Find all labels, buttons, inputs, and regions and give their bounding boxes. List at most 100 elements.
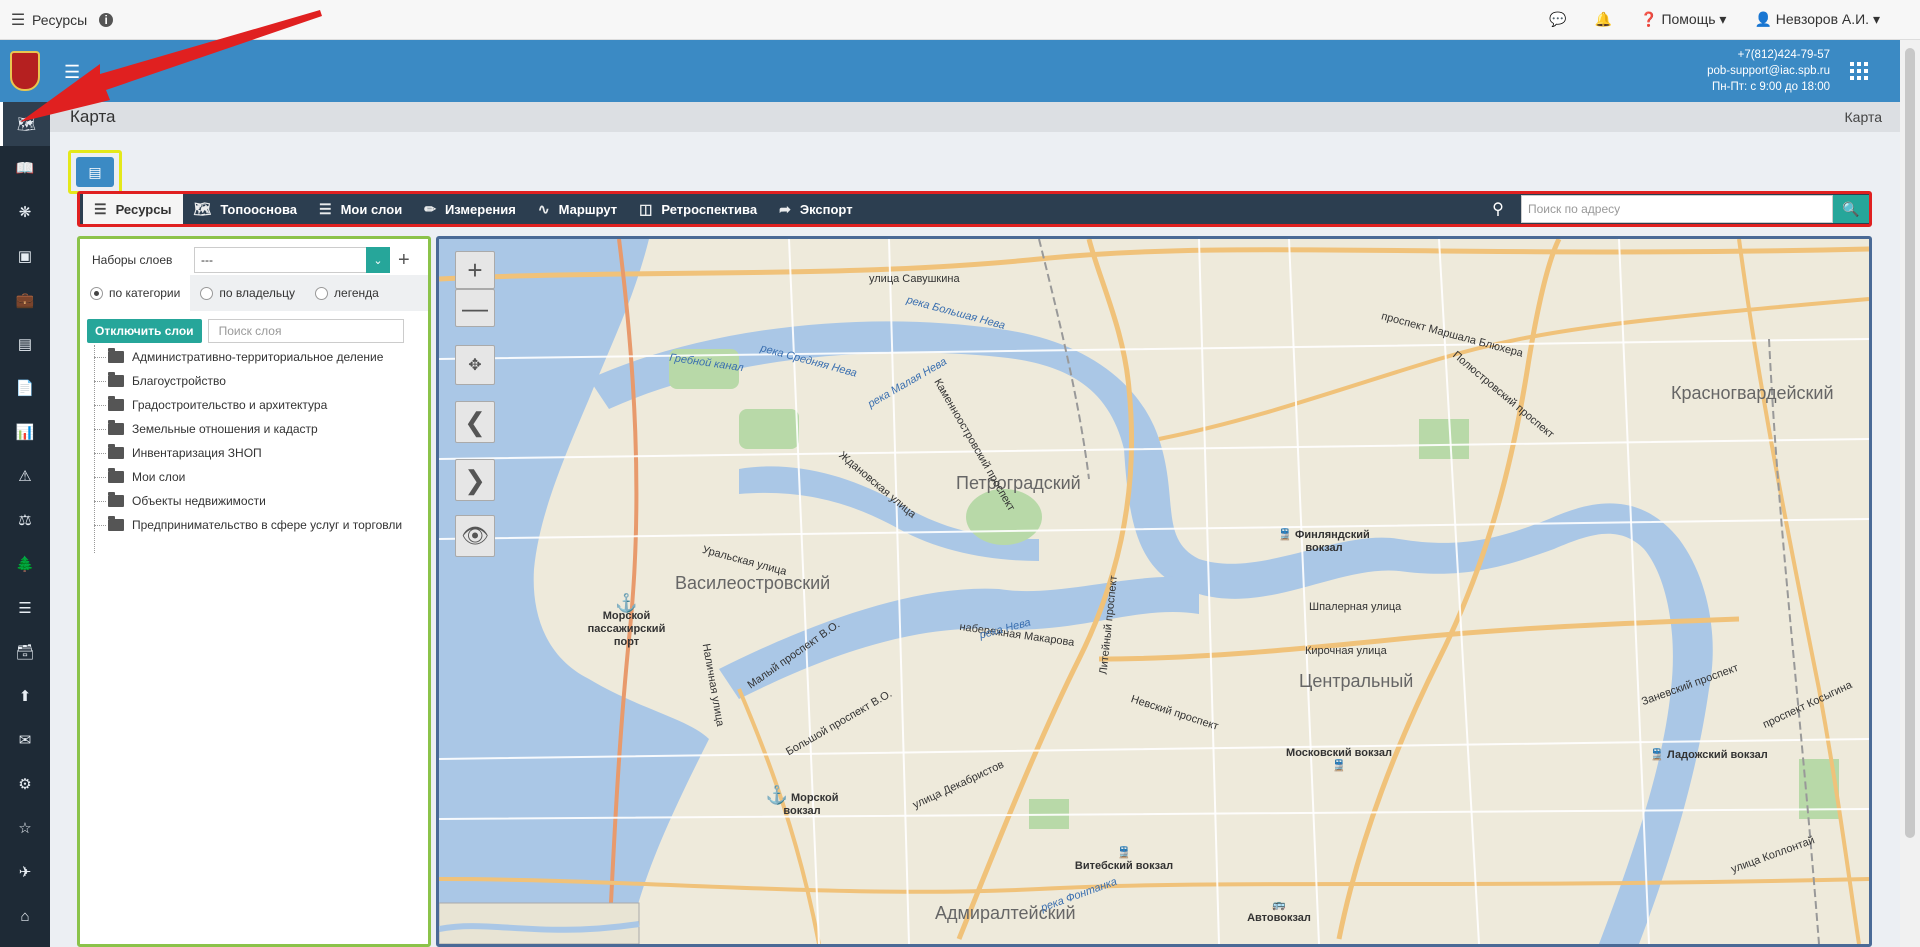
nav-briefcase[interactable]: 💼 — [0, 278, 50, 322]
poi-label: Морской вокзал — [783, 792, 839, 817]
help-menu[interactable]: ❓ Помощь ▾ — [1640, 11, 1726, 28]
radio-by-owner[interactable]: по владельцу — [190, 275, 305, 311]
map-view[interactable]: + — ✥ ❮ ❯ 👁 Петроградский Василеостровск… — [436, 236, 1872, 947]
radio-legend[interactable]: легенда — [305, 275, 389, 311]
previous-extent-button[interactable]: ❮ — [455, 401, 495, 443]
nav-archive[interactable]: 🗃 — [0, 630, 50, 674]
tab-my-layers[interactable]: ☰ Мои слои — [308, 194, 413, 224]
page-scrollbar[interactable] — [1900, 40, 1920, 947]
tree-node-label: Благоустройство — [132, 374, 226, 388]
map-canvas — [439, 239, 1869, 944]
address-search-input[interactable]: Поиск по адресу — [1521, 195, 1833, 223]
panel-toggle-button[interactable]: ▤ — [76, 157, 114, 187]
nav-settings[interactable]: ⚙ — [0, 762, 50, 806]
map-toolbar: ☰ Ресурсы 🗺 Топооснова ☰ Мои слои ✏ Измерени… — [77, 191, 1872, 227]
layer-sets-select[interactable]: --- ⌄ — [194, 247, 390, 273]
zoom-out-button[interactable]: — — [455, 289, 495, 327]
bell-icon[interactable]: 🔔 — [1595, 11, 1612, 28]
tree-node-label: Предпринимательство в сфере услуг и торг… — [132, 518, 403, 532]
layers-icon: ☰ — [319, 200, 332, 217]
zoom-in-button[interactable]: + — [455, 251, 495, 289]
tab-topobase[interactable]: 🗺 Топооснова — [183, 194, 308, 224]
tab-resources[interactable]: ☰ Ресурсы — [83, 194, 183, 224]
tree-node[interactable]: Предпринимательство в сфере услуг и торг… — [94, 513, 414, 537]
nav-tree[interactable]: 🌲 — [0, 542, 50, 586]
tab-export[interactable]: ➦ Экспорт — [768, 194, 863, 224]
tree-node[interactable]: Благоустройство — [94, 369, 414, 393]
geolocation-icon[interactable]: ⚲ — [1483, 199, 1513, 219]
user-name: Невзоров А.И. — [1775, 11, 1870, 27]
radio-label: легенда — [334, 286, 379, 300]
train-icon: 🚆 — [1117, 847, 1131, 859]
poi-finland-station[interactable]: 🚆 Финляндский вокзал — [1269, 529, 1379, 555]
nav-mail[interactable]: ✉ — [0, 718, 50, 762]
nav-list[interactable]: ☰ — [0, 586, 50, 630]
tab-measurements[interactable]: ✏ Измерения — [413, 194, 527, 224]
tree-node[interactable]: Градостроительство и архитектура — [94, 393, 414, 417]
route-icon: ∿ — [537, 200, 550, 217]
folder-icon — [108, 468, 124, 483]
poi-bus-station[interactable]: 🚌 Автовокзал — [1239, 899, 1319, 925]
tree-node[interactable]: Земельные отношения и кадастр — [94, 417, 414, 441]
poi-vitebsk-station[interactable]: 🚆 Витебский вокзал — [1059, 847, 1189, 873]
nav-scales[interactable]: ⚖ — [0, 498, 50, 542]
tree-node[interactable]: Мои слои — [94, 465, 414, 489]
radio-label: по категории — [109, 286, 181, 300]
search-button[interactable]: 🔍 — [1833, 195, 1869, 223]
layer-search-input[interactable]: Поиск слоя — [207, 319, 404, 343]
tab-retrospective[interactable]: ◫ Ретроспектива — [628, 194, 768, 224]
chat-icon[interactable]: 💬 — [1549, 11, 1566, 28]
tree-node-label: Административно-территориальное деление — [132, 350, 384, 364]
group-by-radios: по категории по владельцу легенда — [80, 275, 428, 311]
history-icon: ◫ — [639, 200, 653, 217]
tree-node[interactable]: Инвентаризация ЗНОП — [94, 441, 414, 465]
user-menu[interactable]: 👤 Невзоров А.И. ▾ — [1754, 11, 1880, 28]
export-icon: ➦ — [779, 200, 791, 217]
scrollbar-thumb[interactable] — [1905, 48, 1915, 838]
map-icon: 🗺 — [193, 200, 212, 217]
nav-card[interactable]: ▤ — [0, 322, 50, 366]
layer-tree: Административно-территориальное деление … — [94, 345, 414, 553]
search-icon: 🔍 — [1842, 200, 1860, 217]
tree-node[interactable]: Административно-территориальное деление — [94, 345, 414, 369]
nav-plane[interactable]: ✈ — [0, 850, 50, 894]
folder-icon — [108, 420, 124, 435]
nav-chart[interactable]: 📊 — [0, 410, 50, 454]
add-layer-set-button[interactable]: + — [398, 249, 410, 272]
list-icon: ☰ — [18, 600, 32, 617]
nav-image[interactable]: ▣ — [0, 234, 50, 278]
nav-book[interactable]: 📖 — [0, 146, 50, 190]
layers-visibility-button[interactable]: 👁 — [455, 515, 495, 557]
nav-home[interactable]: ⌂ — [0, 894, 50, 938]
tab-route[interactable]: ∿ Маршрут — [527, 194, 628, 224]
id-card-icon: ▤ — [17, 336, 33, 353]
poi-passenger-port[interactable]: ⚓ Морской пассажирский порт — [579, 593, 674, 649]
anchor-icon: ⚓ — [615, 593, 638, 613]
apps-grid-icon[interactable] — [1850, 62, 1868, 80]
breadcrumb[interactable]: Карта — [1845, 109, 1882, 125]
poi-label: Витебский вокзал — [1074, 860, 1174, 872]
disable-layers-button[interactable]: Отключить слои — [87, 319, 202, 343]
nav-upload[interactable]: ⬆ — [0, 674, 50, 718]
district-label: Центральный — [1299, 671, 1414, 691]
tab-label: Топооснова — [220, 201, 298, 217]
tree-node[interactable]: Объекты недвижимости — [94, 489, 414, 513]
left-sidebar: 🗺 📖 ❋ ▣ 💼 ▤ 📄 📊 ⚠ ⚖ 🌲 ☰ 🗃 ⬆ ✉ ⚙ ☆ ✈ ⌂ — [0, 40, 50, 947]
nav-document[interactable]: 📄 — [0, 366, 50, 410]
bus-icon: 🚌 — [1272, 899, 1286, 911]
nav-star[interactable]: ☆ — [0, 806, 50, 850]
poi-moscow-station[interactable]: Московский вокзал 🚆 — [1279, 747, 1399, 773]
chevron-down-icon[interactable]: ⌄ — [366, 247, 390, 273]
poi-sea-station[interactable]: ⚓ Морской вокзал — [757, 786, 847, 818]
tree-icon: 🌲 — [15, 556, 35, 573]
help-label: Помощь — [1661, 11, 1716, 27]
radio-by-category[interactable]: по категории — [80, 275, 191, 311]
nav-group[interactable]: ❋ — [0, 190, 50, 234]
next-extent-button[interactable]: ❯ — [455, 459, 495, 501]
nav-warning[interactable]: ⚠ — [0, 454, 50, 498]
folder-icon — [108, 444, 124, 459]
support-email[interactable]: pob-support@iac.spb.ru — [1707, 63, 1830, 79]
full-extent-button[interactable]: ✥ — [455, 345, 495, 385]
scales-icon: ⚖ — [18, 512, 32, 529]
poi-ladoga-station[interactable]: 🚆 Ладожский вокзал — [1639, 749, 1779, 762]
